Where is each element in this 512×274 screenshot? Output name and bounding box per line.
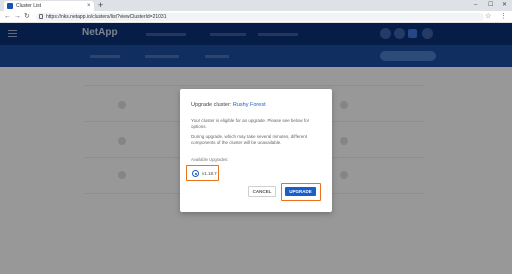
- upgrade-cluster-dialog: Upgrade cluster: Rushy Forest Your clust…: [180, 89, 332, 212]
- browser-tab[interactable]: Cluster List ×: [4, 1, 94, 11]
- url-input[interactable]: https://nks.netapp.io/clusters/list?view…: [36, 13, 484, 21]
- upgrade-version-radio[interactable]: [192, 170, 199, 177]
- eligible-message: Your cluster is eligible for an upgrade.…: [191, 118, 310, 129]
- url-text: https://nks.netapp.io/clusters/list?view…: [46, 14, 167, 20]
- upgrade-warning: During upgrade, which may take several m…: [191, 134, 307, 145]
- back-icon[interactable]: ←: [4, 11, 11, 23]
- upgrade-version-label[interactable]: v1.18.7: [202, 170, 217, 177]
- upgrade-button-highlight: UPGRADE: [281, 183, 321, 201]
- tab-title: Cluster List: [16, 3, 42, 9]
- reload-icon[interactable]: ↻: [24, 11, 30, 23]
- upgrade-button[interactable]: UPGRADE: [285, 187, 316, 196]
- minimize-icon[interactable]: –: [474, 0, 477, 10]
- address-bar: ← → ↻ https://nks.netapp.io/clusters/lis…: [0, 11, 512, 23]
- close-window-icon[interactable]: ✕: [502, 0, 507, 10]
- maximize-icon[interactable]: ☐: [488, 0, 493, 10]
- dialog-title-prefix: Upgrade cluster:: [191, 102, 232, 108]
- dialog-title: Upgrade cluster: Rushy Forest: [191, 102, 266, 109]
- browser-tab-bar: Cluster List × + – ☐ ✕: [0, 0, 512, 11]
- new-tab-icon[interactable]: +: [98, 0, 103, 11]
- forward-icon[interactable]: →: [14, 11, 21, 23]
- cancel-button[interactable]: CANCEL: [248, 186, 276, 197]
- netapp-favicon-icon: [7, 3, 13, 9]
- browser-menu-icon[interactable]: ⋮: [500, 11, 507, 23]
- cluster-name: Rushy Forest: [232, 102, 266, 108]
- available-upgrades-label: Available Upgrades:: [191, 157, 229, 162]
- upgrade-option-highlight: v1.18.7: [186, 165, 219, 181]
- bookmark-star-icon[interactable]: ☆: [485, 11, 491, 23]
- lock-icon: [39, 14, 43, 19]
- tab-close-icon[interactable]: ×: [87, 2, 91, 10]
